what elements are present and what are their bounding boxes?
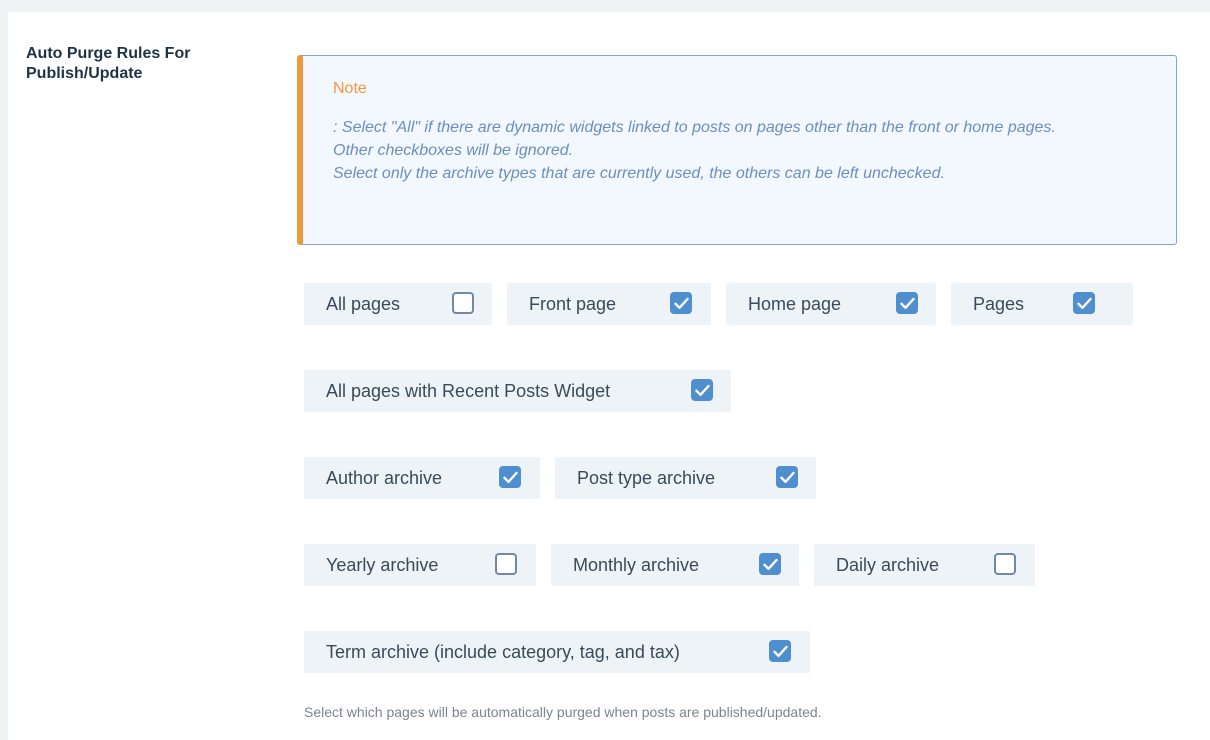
checkbox-term-archive[interactable]: [769, 640, 791, 662]
option-daily-archive[interactable]: Daily archive: [814, 544, 1035, 586]
checkbox-all-pages[interactable]: [452, 292, 474, 314]
option-label: Front page: [529, 293, 617, 314]
checkbox-author-archive[interactable]: [499, 466, 521, 488]
option-label: Yearly archive: [326, 554, 439, 575]
option-label: All pages: [326, 293, 401, 314]
option-yearly-archive[interactable]: Yearly archive: [304, 544, 536, 586]
setting-label-line-1: Auto Purge Rules For: [26, 45, 191, 62]
checkbox-home-page[interactable]: [896, 292, 918, 314]
note-body: : Select "All" if there are dynamic widg…: [333, 116, 1153, 185]
checkbox-recent-posts-widget[interactable]: [691, 379, 713, 401]
option-label: Daily archive: [836, 554, 940, 575]
checkmark-icon: [674, 297, 689, 309]
option-front-page[interactable]: Front page: [507, 283, 711, 325]
checkmark-icon: [780, 471, 795, 483]
checkmark-icon: [900, 297, 915, 309]
option-label: Post type archive: [577, 467, 716, 488]
settings-panel: Auto Purge Rules For Publish/Update Note…: [8, 12, 1210, 740]
checkbox-post-type-archive[interactable]: [776, 466, 798, 488]
checkmark-icon: [763, 558, 778, 570]
setting-label: Auto Purge Rules For Publish/Update: [26, 44, 266, 84]
option-post-type-archive[interactable]: Post type archive: [555, 457, 816, 499]
option-label: All pages with Recent Posts Widget: [326, 380, 611, 401]
checkbox-monthly-archive[interactable]: [759, 553, 781, 575]
checkmark-icon: [503, 471, 518, 483]
checkmark-icon: [773, 645, 788, 657]
option-label: Monthly archive: [573, 554, 700, 575]
option-label: Author archive: [326, 467, 443, 488]
help-text: Select which pages will be automatically…: [304, 704, 822, 720]
note-line: Other checkboxes will be ignored.: [333, 142, 574, 159]
option-author-archive[interactable]: Author archive: [304, 457, 540, 499]
checkbox-yearly-archive[interactable]: [495, 553, 517, 575]
checkbox-front-page[interactable]: [670, 292, 692, 314]
option-pages[interactable]: Pages: [951, 283, 1133, 325]
option-all-pages[interactable]: All pages: [304, 283, 492, 325]
note-line: : Select "All" if there are dynamic widg…: [333, 119, 1056, 136]
note-title: Note: [333, 80, 367, 97]
option-recent-posts-widget[interactable]: All pages with Recent Posts Widget: [304, 370, 731, 412]
option-home-page[interactable]: Home page: [726, 283, 936, 325]
checkmark-icon: [695, 384, 710, 396]
checkbox-daily-archive[interactable]: [994, 553, 1016, 575]
note-box: Note : Select "All" if there are dynamic…: [297, 55, 1177, 245]
option-label: Pages: [973, 293, 1025, 314]
setting-label-line-2: Publish/Update: [26, 65, 143, 82]
option-monthly-archive[interactable]: Monthly archive: [551, 544, 799, 586]
option-term-archive[interactable]: Term archive (include category, tag, and…: [304, 631, 810, 673]
option-label: Term archive (include category, tag, and…: [326, 641, 680, 662]
checkbox-pages[interactable]: [1073, 292, 1095, 314]
checkmark-icon: [1077, 297, 1092, 309]
note-line: Select only the archive types that are c…: [333, 165, 945, 182]
option-label: Home page: [748, 293, 842, 314]
